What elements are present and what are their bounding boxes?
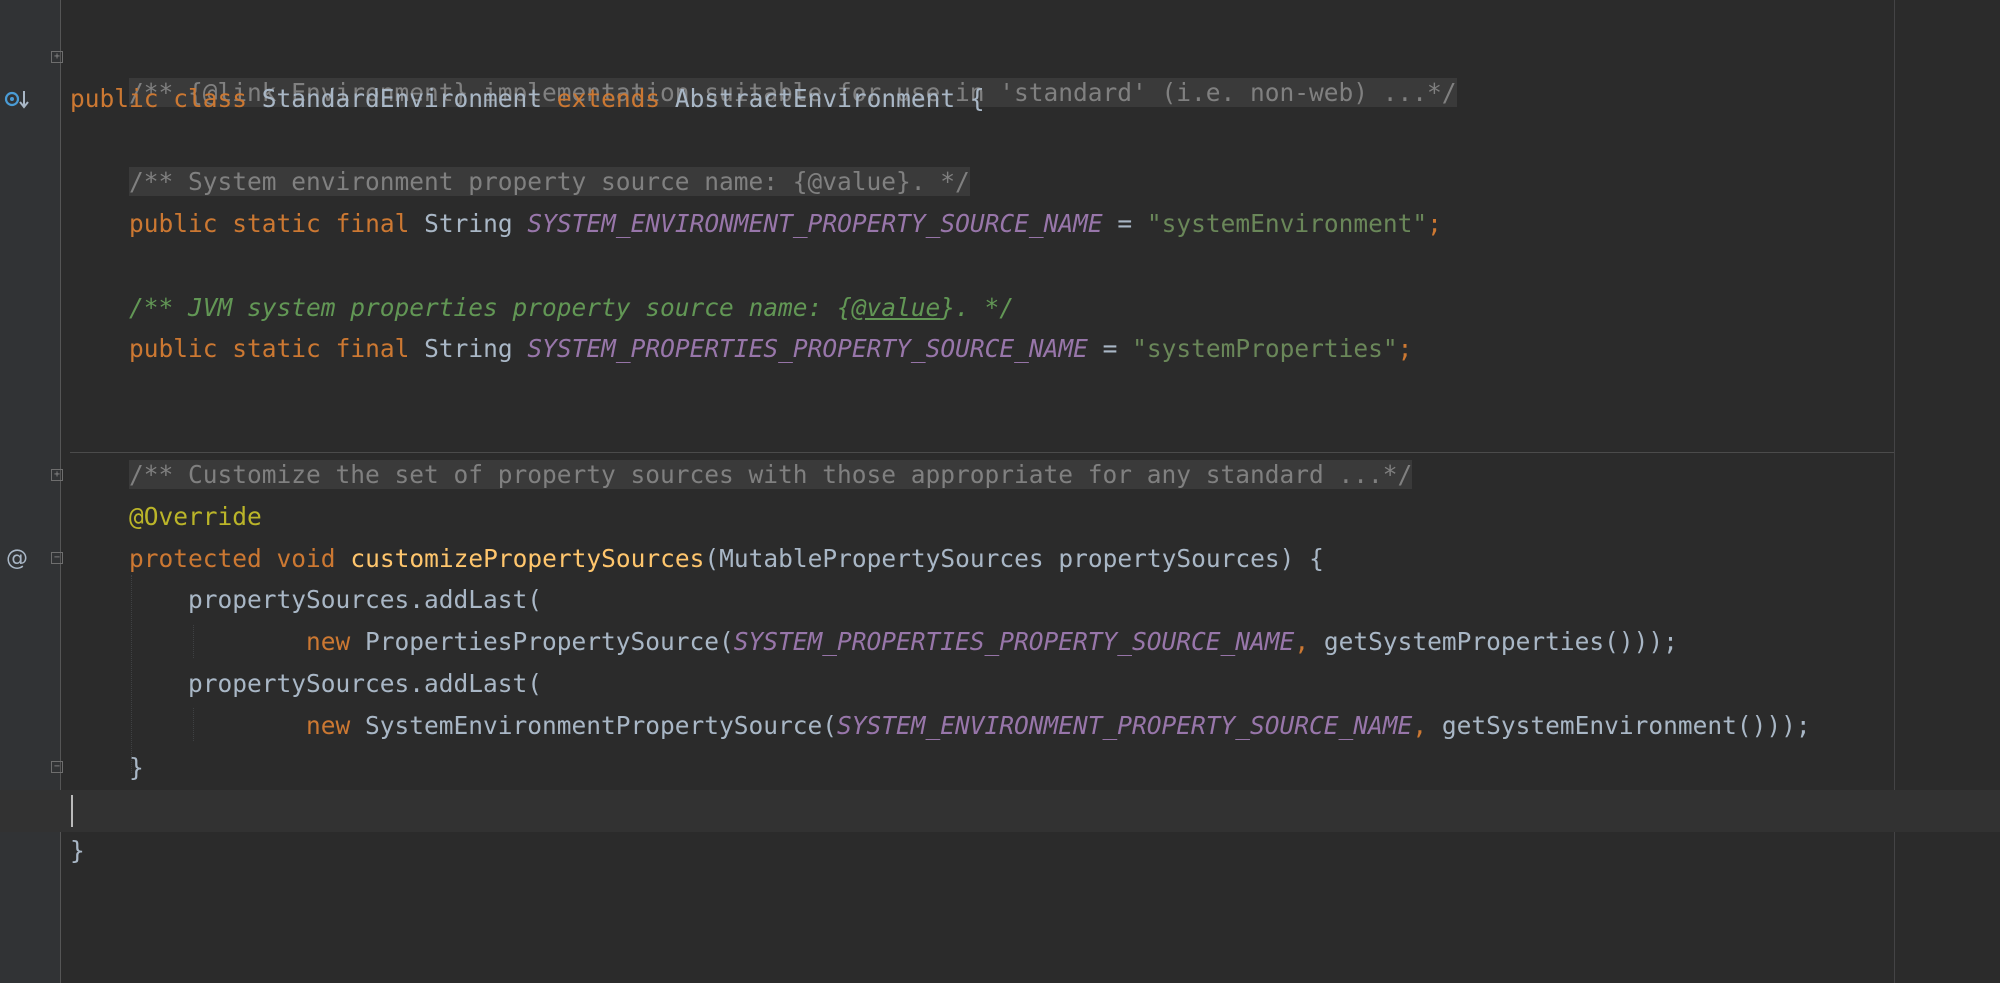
annotation: @Override <box>129 502 262 531</box>
code-line[interactable]: new SystemEnvironmentPropertySource(SYST… <box>70 708 1811 744</box>
constant-name: SYSTEM_PROPERTIES_PROPERTY_SOURCE_NAME <box>527 334 1088 363</box>
code-line[interactable]: @Override <box>70 499 262 535</box>
fold-end-icon[interactable]: − <box>51 761 63 773</box>
keyword: static <box>232 334 321 363</box>
code-line[interactable]: /** Customize the set of property source… <box>70 457 1413 493</box>
keyword: static <box>232 209 321 238</box>
keyword: class <box>173 84 248 113</box>
type-name: String <box>409 209 528 238</box>
code-token: propertySources.addLast( <box>70 669 543 698</box>
string-literal: "systemProperties" <box>1132 334 1398 363</box>
keyword: public <box>70 84 159 113</box>
doc-tag: @value <box>851 293 941 322</box>
code-line[interactable]: propertySources.addLast( <box>70 582 542 618</box>
code-token: (MutablePropertySources propertySources)… <box>704 544 1324 573</box>
text-caret <box>71 795 73 827</box>
fold-expand-icon[interactable]: + <box>51 469 63 481</box>
code-token: PropertiesPropertySource( <box>350 627 734 656</box>
constant-name: SYSTEM_ENVIRONMENT_PROPERTY_SOURCE_NAME <box>837 711 1413 740</box>
code-line[interactable]: public class StandardEnvironment extends… <box>70 81 985 117</box>
code-line[interactable]: public static final String SYSTEM_PROPER… <box>70 331 1412 367</box>
fold-collapse-icon[interactable]: − <box>51 552 63 564</box>
keyword: final <box>335 334 410 363</box>
class-name: StandardEnvironment <box>247 84 557 113</box>
folded-doc-comment[interactable]: /** Customize the set of property source… <box>129 460 1413 489</box>
code-line[interactable]: protected void customizePropertySources(… <box>70 541 1324 577</box>
keyword: public <box>129 209 218 238</box>
closing-brace: } <box>70 753 144 782</box>
keyword: public <box>129 334 218 363</box>
fold-expand-icon[interactable]: + <box>51 51 63 63</box>
code-line[interactable]: public static final String SYSTEM_ENVIRO… <box>70 206 1442 242</box>
code-token: = <box>1087 334 1133 363</box>
method-separator <box>70 452 1894 453</box>
closing-brace: } <box>70 836 85 865</box>
keyword: new <box>306 627 351 656</box>
code-line[interactable]: } <box>70 750 144 786</box>
doc-comment: }. */ <box>940 293 1015 322</box>
editor-gutter[interactable] <box>0 0 61 983</box>
comma: , <box>1412 711 1442 740</box>
code-token: = <box>1102 209 1147 238</box>
code-line[interactable]: /** JVM system properties property sourc… <box>70 290 1014 326</box>
constant-name: SYSTEM_PROPERTIES_PROPERTY_SOURCE_NAME <box>733 627 1295 656</box>
code-token: getSystemEnvironment())); <box>1441 711 1811 740</box>
doc-comment: /** System environment property source n… <box>129 167 970 196</box>
method-name: customizePropertySources <box>350 544 705 573</box>
doc-comment: /** JVM system properties property sourc… <box>129 293 852 322</box>
semicolon: ; <box>1427 209 1442 238</box>
code-token: AbstractEnvironment { <box>660 84 985 113</box>
keyword: final <box>335 209 410 238</box>
code-line[interactable]: propertySources.addLast( <box>70 666 542 702</box>
code-token: getSystemProperties())); <box>1323 627 1678 656</box>
code-line[interactable]: /** System environment property source n… <box>70 164 970 200</box>
type-name: String <box>409 334 528 363</box>
code-editor[interactable]: @ + + − − /** {@link Environment} implem… <box>0 0 2000 983</box>
keyword: protected <box>129 544 262 573</box>
code-token: SystemEnvironmentPropertySource( <box>350 711 838 740</box>
string-literal: "systemEnvironment" <box>1146 209 1428 238</box>
comma: , <box>1294 627 1324 656</box>
keyword: extends <box>556 84 661 113</box>
override-at-icon[interactable]: @ <box>6 548 28 570</box>
semicolon: ; <box>1397 334 1413 363</box>
implemented-class-arrow-icon[interactable] <box>4 87 30 116</box>
constant-name: SYSTEM_ENVIRONMENT_PROPERTY_SOURCE_NAME <box>527 209 1103 238</box>
keyword: void <box>276 544 336 573</box>
right-margin-guide <box>1894 0 1895 983</box>
code-line[interactable]: /** {@link Environment} implementation s… <box>70 39 1457 107</box>
code-line[interactable]: new PropertiesPropertySource(SYSTEM_PROP… <box>70 624 1678 660</box>
code-token: propertySources.addLast( <box>70 585 543 614</box>
current-line-highlight <box>0 790 2000 832</box>
code-line[interactable]: } <box>70 833 85 869</box>
keyword: new <box>306 711 351 740</box>
